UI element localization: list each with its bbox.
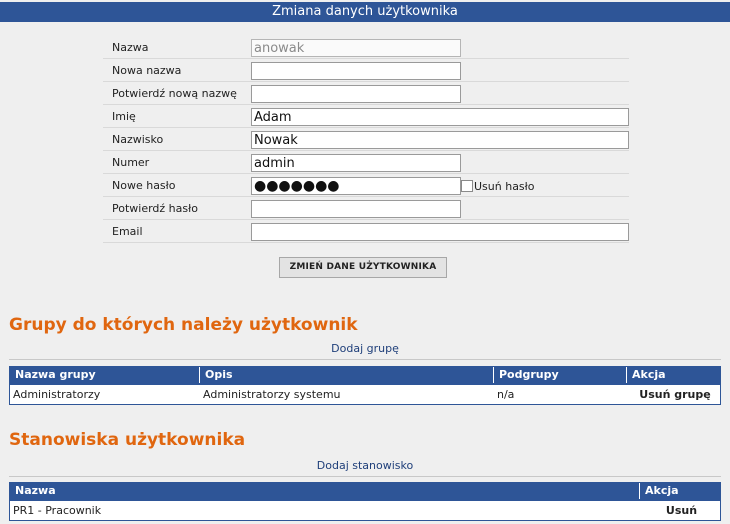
- remove-password-checkbox[interactable]: [461, 180, 473, 192]
- remove-position-link[interactable]: Usuń: [640, 501, 720, 520]
- groups-table: Nazwa grupy Opis Podgrupy Akcja Administ…: [9, 366, 721, 405]
- table-row: Administratorzy Administratorzy systemu …: [10, 383, 720, 404]
- column-header-group-name: Nazwa grupy: [10, 367, 200, 383]
- email-label: Email: [103, 221, 240, 243]
- positions-table-header: Nazwa Akcja: [10, 483, 720, 499]
- column-header-action: Akcja: [645, 484, 679, 497]
- confirm-password-label: Potwierdź hasło: [103, 198, 240, 220]
- last-name-label: Nazwisko: [103, 129, 240, 151]
- column-header-action: Akcja: [632, 368, 666, 381]
- number-field[interactable]: [251, 154, 461, 172]
- username-label: Nazwa: [103, 37, 240, 59]
- number-label: Numer: [103, 152, 240, 174]
- confirm-username-field[interactable]: [251, 85, 461, 103]
- change-user-data-button[interactable]: ZMIEŃ DANE UŻYTKOWNIKA: [279, 257, 447, 278]
- page-title: Zmiana danych użytkownika: [0, 2, 730, 22]
- first-name-label: Imię: [103, 106, 240, 128]
- new-password-field[interactable]: [251, 177, 461, 195]
- table-row: PR1 - Pracownik Usuń: [10, 499, 720, 520]
- group-description-cell: Administratorzy systemu: [203, 388, 341, 401]
- first-name-field[interactable]: [251, 108, 629, 126]
- column-header-description: Opis: [200, 367, 494, 383]
- confirm-username-label: Potwierdź nową nazwę: [103, 83, 240, 105]
- new-username-label: Nowa nazwa: [103, 60, 240, 82]
- remove-group-link[interactable]: Usuń grupę: [627, 385, 720, 404]
- group-subgroups-cell: n/a: [497, 388, 515, 401]
- column-header-subgroups: Podgrupy: [494, 367, 627, 383]
- new-username-field[interactable]: [251, 62, 461, 80]
- add-group-link[interactable]: Dodaj grupę: [9, 342, 721, 360]
- column-header-name: Nazwa: [10, 483, 640, 499]
- last-name-field[interactable]: [251, 131, 629, 149]
- add-position-link[interactable]: Dodaj stanowisko: [9, 459, 721, 477]
- positions-section-title: Stanowiska użytkownika: [9, 430, 246, 450]
- username-field: [251, 39, 461, 57]
- email-field[interactable]: [251, 223, 629, 241]
- remove-password-label: Usuń hasło: [474, 180, 535, 193]
- position-name-cell: PR1 - Pracownik: [13, 504, 102, 517]
- groups-table-header: Nazwa grupy Opis Podgrupy Akcja: [10, 367, 720, 383]
- confirm-password-field[interactable]: [251, 200, 461, 218]
- positions-table: Nazwa Akcja PR1 - Pracownik Usuń: [9, 482, 721, 521]
- new-password-label: Nowe hasło: [103, 175, 240, 197]
- group-name-cell: Administratorzy: [13, 388, 101, 401]
- groups-section-title: Grupy do których należy użytkownik: [9, 315, 358, 335]
